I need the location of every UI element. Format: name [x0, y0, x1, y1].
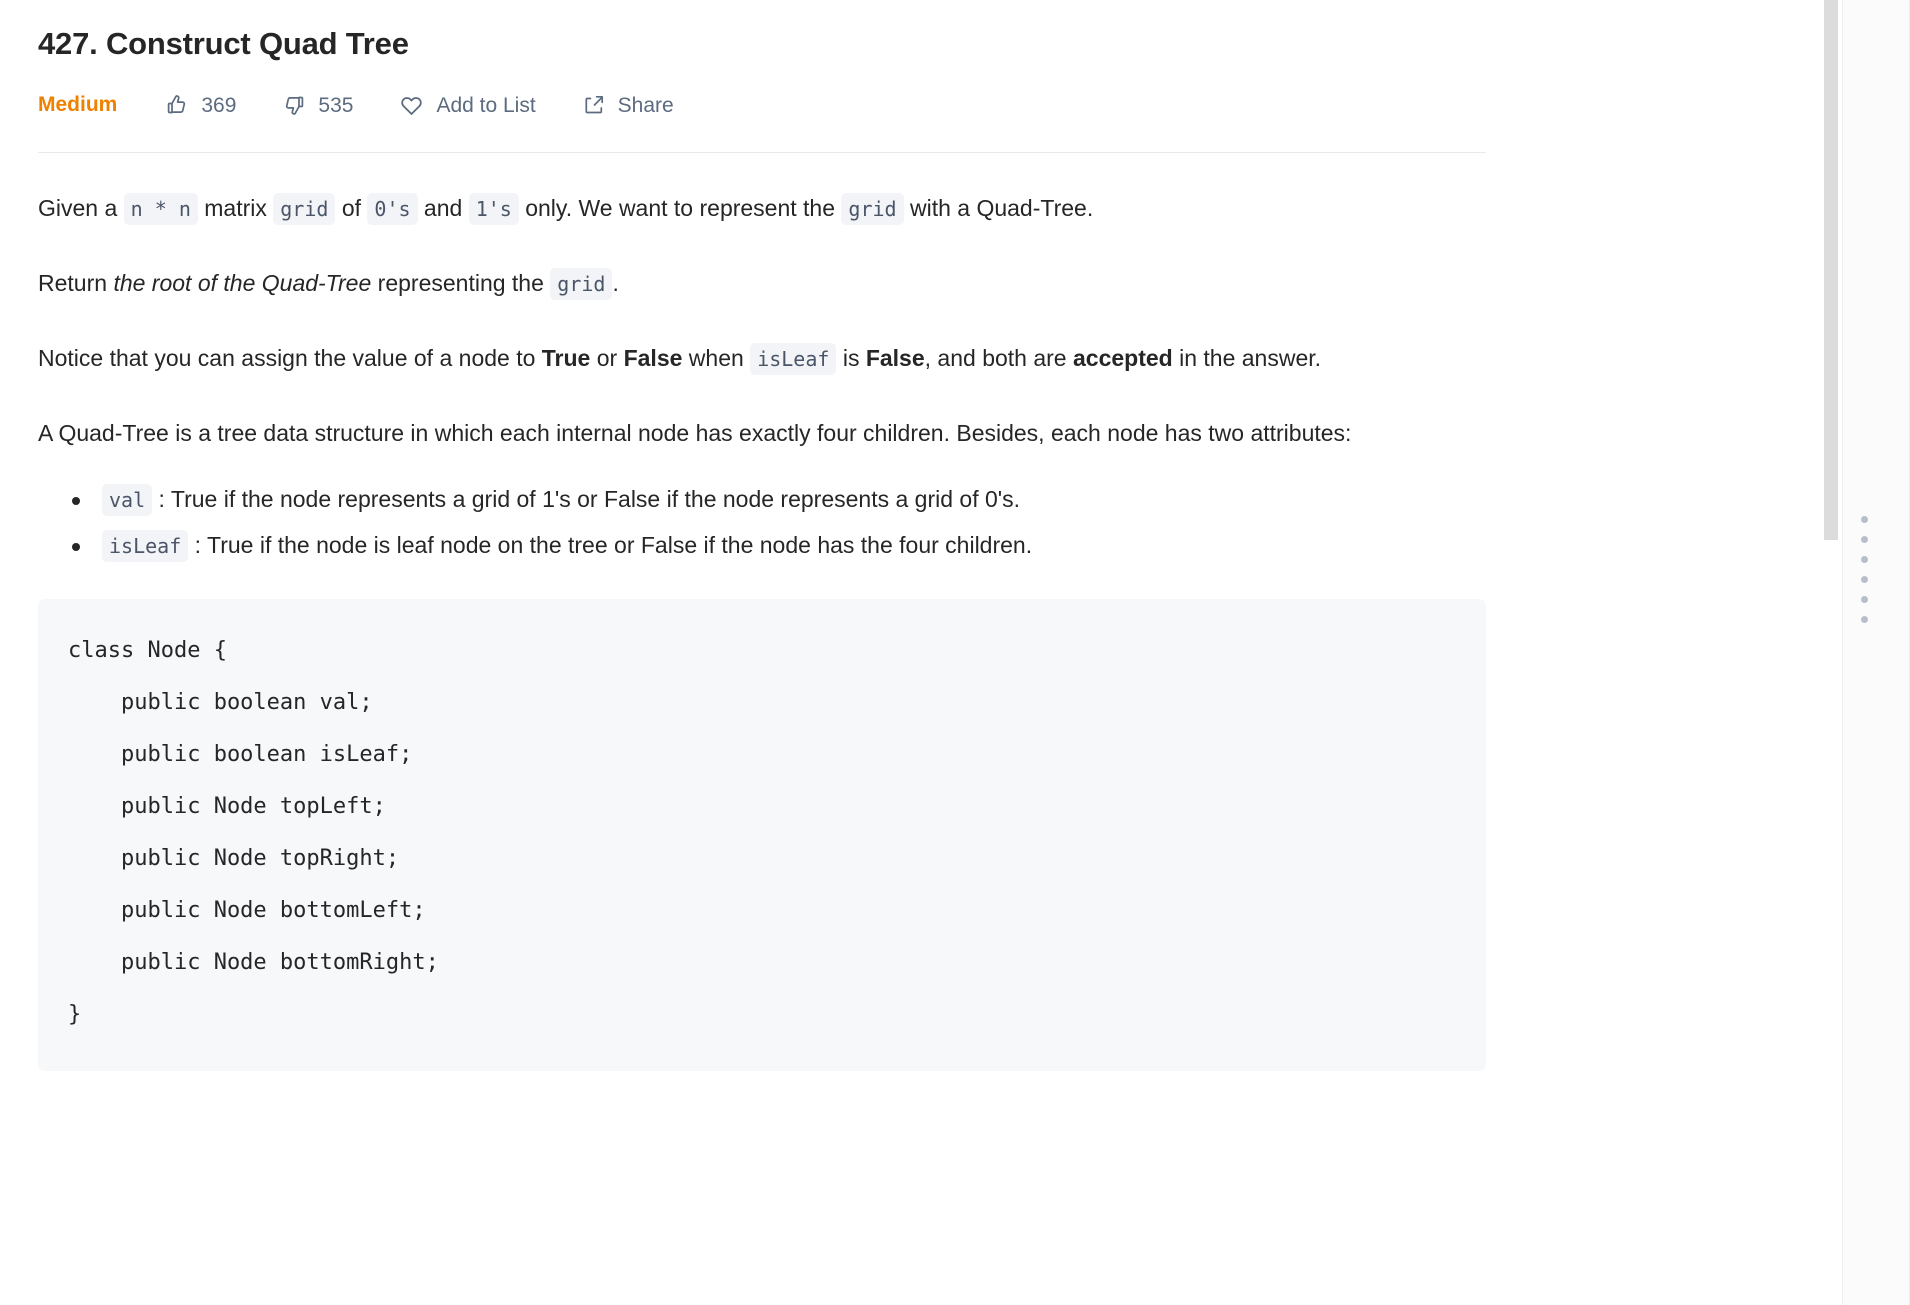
- text-fragment: when: [682, 345, 751, 371]
- text-fragment: only. We want to represent the: [518, 195, 842, 221]
- share-button[interactable]: Share: [582, 93, 674, 117]
- list-item-label: : True if the node is leaf node on the t…: [194, 532, 1033, 558]
- text-fragment: is: [836, 345, 866, 371]
- bold-false: False: [623, 345, 683, 371]
- text-fragment: Given a: [38, 195, 124, 221]
- scrollbar-thumb[interactable]: [1824, 0, 1838, 540]
- inline-code-ones: 1's: [468, 193, 519, 225]
- paragraph-quadtree-definition: A Quad-Tree is a tree data structure in …: [38, 420, 1352, 446]
- text-fragment: in the answer.: [1172, 345, 1322, 371]
- drag-dot-icon: [1861, 596, 1868, 603]
- like-count: 369: [201, 93, 237, 117]
- bold-false: False: [865, 345, 925, 371]
- list-item: isLeaf : True if the node is leaf node o…: [72, 523, 1486, 569]
- problem-document: 427. Construct Quad Tree Medium 369 535 …: [0, 0, 1530, 1071]
- attributes-list: val : True if the node represents a grid…: [38, 477, 1486, 569]
- dislike-button[interactable]: 535: [282, 93, 353, 117]
- paragraph-problem-statement: Given a n * n matrix grid of 0's and 1's…: [38, 187, 1486, 231]
- like-button[interactable]: 369: [165, 93, 236, 117]
- drag-handle-dots[interactable]: [1861, 516, 1868, 623]
- heart-icon: [399, 93, 424, 118]
- difficulty-badge: Medium: [38, 93, 118, 116]
- vertical-scrollbar[interactable]: [1820, 0, 1842, 1305]
- paragraph-return-value: Return the root of the Quad-Tree represe…: [38, 262, 1486, 306]
- pane-resize-handle[interactable]: [1842, 0, 1910, 1305]
- problem-description-pane: 427. Construct Quad Tree Medium 369 535 …: [0, 0, 1820, 1305]
- share-label: Share: [617, 93, 674, 117]
- text-fragment: .: [612, 270, 619, 296]
- add-to-list-label: Add to List: [436, 93, 536, 117]
- add-to-list-button[interactable]: Add to List: [399, 93, 536, 118]
- text-fragment: and: [417, 195, 469, 221]
- dislike-count: 535: [318, 93, 354, 117]
- text-fragment: with a Quad-Tree.: [903, 195, 1094, 221]
- header-divider: [38, 152, 1486, 153]
- text-fragment: , and both are: [924, 345, 1073, 371]
- drag-dot-icon: [1861, 556, 1868, 563]
- inline-code-grid: grid: [841, 193, 904, 225]
- bold-accepted: accepted: [1073, 345, 1173, 371]
- thumbs-down-icon: [282, 93, 306, 117]
- problem-description-viewport: 427. Construct Quad Tree Medium 369 535 …: [0, 0, 1910, 1305]
- share-icon: [582, 93, 606, 117]
- drag-dot-icon: [1861, 616, 1868, 623]
- text-fragment: of: [335, 195, 368, 221]
- text-fragment: Return: [38, 270, 114, 296]
- text-fragment: Notice that you can assign the value of …: [38, 345, 542, 371]
- drag-dot-icon: [1861, 516, 1868, 523]
- paragraph-notice: Notice that you can assign the value of …: [38, 337, 1486, 381]
- text-fragment: or: [590, 345, 624, 371]
- drag-dot-icon: [1861, 536, 1868, 543]
- problem-meta-row: Medium 369 535 Add to List Share: [38, 88, 1486, 122]
- bold-true: True: [541, 345, 591, 371]
- thumbs-up-icon: [165, 93, 189, 117]
- inline-code-zeros: 0's: [367, 193, 418, 225]
- page-title: 427. Construct Quad Tree: [38, 26, 409, 61]
- inline-code-n-times-n: n * n: [123, 193, 198, 225]
- inline-code-grid: grid: [273, 193, 336, 225]
- drag-dot-icon: [1861, 576, 1868, 583]
- list-item-label: : True if the node represents a grid of …: [158, 486, 1021, 512]
- emphasis-text: the root of the Quad-Tree: [113, 270, 372, 296]
- inline-code-isleaf: isLeaf: [102, 530, 189, 562]
- node-class-code-block: class Node { public boolean val; public …: [38, 599, 1486, 1071]
- inline-code-grid: grid: [550, 268, 613, 300]
- inline-code-val: val: [102, 484, 153, 516]
- text-fragment: matrix: [197, 195, 274, 221]
- inline-code-isleaf: isLeaf: [750, 343, 837, 375]
- text-fragment: representing the: [371, 270, 551, 296]
- list-item: val : True if the node represents a grid…: [72, 477, 1486, 523]
